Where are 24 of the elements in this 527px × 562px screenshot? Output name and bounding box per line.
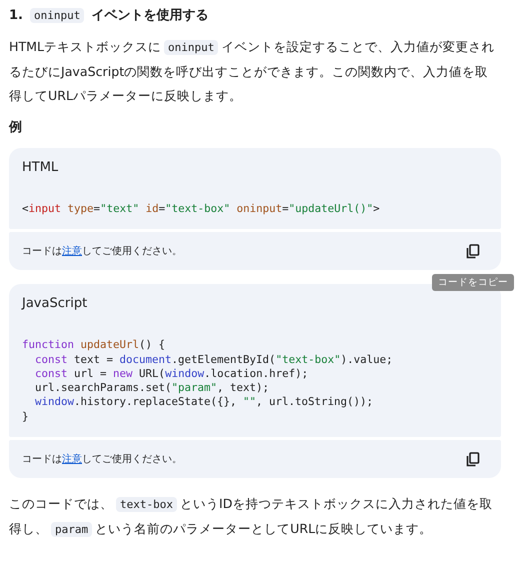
code-line: url.searchParams.set("param", text);: [34, 381, 270, 396]
copy-icon: [466, 244, 480, 259]
language-label: JavaScript: [22, 296, 88, 312]
paragraph: HTMLテキストボックスに oninput イベントを設定することで、入力値が変更されるたびにJavaScriptの関数を呼び出すことができます。この関数内で、入力値を取得してURLパラメーターに反映します。: [9, 38, 496, 105]
code-line: const text = document.getElementById("text-box").value;: [34, 352, 394, 367]
notice-text: コードは注意してご使用ください。: [22, 244, 182, 258]
notice-text: コードは注意してご使用ください。: [22, 452, 182, 466]
language-label: HTML: [22, 160, 60, 175]
example-label: 例: [9, 119, 23, 136]
code-line: const url = new URL(window.location.href);: [34, 366, 310, 382]
copy-button[interactable]: [464, 450, 482, 469]
code-line: <input type="text" id="text-box" oninput="updateUrl()">: [22, 202, 381, 216]
code-line: }: [22, 410, 30, 424]
copy-icon: [466, 452, 480, 467]
code-line: function updateUrl() {: [22, 338, 166, 353]
caution-link[interactable]: 注意: [62, 246, 82, 258]
paragraph: このコードでは、 text-box というIDを持つテキストボックスに入力された値を取得し、 param という名前のパラメーターとしてURLに反映しています。: [9, 495, 494, 540]
heading-text: イベントを使用する: [91, 7, 208, 24]
caution-link[interactable]: 注意: [62, 454, 82, 466]
step-number: 1.: [9, 8, 23, 22]
code-line: window.history.replaceState({}, "", url.toString());: [34, 395, 374, 410]
inline-code: oninput: [30, 8, 84, 22]
copy-button[interactable]: [464, 242, 482, 261]
tooltip: コードをコピー: [432, 274, 514, 292]
